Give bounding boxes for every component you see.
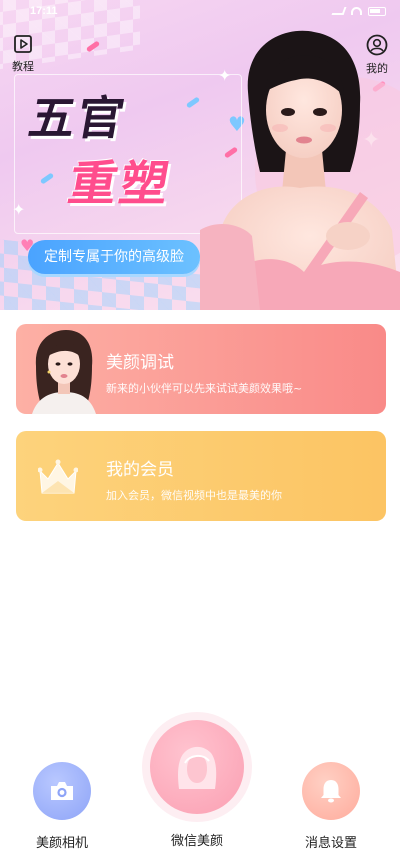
- mine-label: 我的: [366, 62, 388, 75]
- wifi-icon: [351, 7, 362, 15]
- status-icons: [331, 6, 386, 16]
- nav-message-settings[interactable]: 消息设置: [302, 762, 360, 851]
- bottom-nav: 美颜相机 微信美颜 消息设置: [0, 700, 400, 855]
- my-membership-description: 加入会员，微信视频中也是最美的你: [106, 489, 282, 502]
- nav-wechat-beauty[interactable]: 微信美颜: [142, 712, 252, 849]
- nav-beauty-camera[interactable]: 美颜相机: [33, 762, 91, 851]
- beauty-debug-title: 美颜调试: [106, 353, 174, 373]
- bell-icon: [321, 780, 341, 803]
- hero-subtitle: 定制专属于你的高级脸: [28, 240, 200, 274]
- status-bar: 17:11: [0, 0, 400, 22]
- my-membership-card[interactable]: 我的会员 加入会员，微信视频中也是最美的你: [16, 431, 386, 521]
- mine-button[interactable]: 我的: [366, 34, 388, 76]
- message-settings-label: 消息设置: [304, 836, 357, 851]
- face-silhouette-icon: [178, 746, 217, 789]
- wechat-beauty-button[interactable]: [142, 712, 252, 822]
- beauty-camera-button[interactable]: [33, 762, 91, 820]
- hero-title-line2: 重塑: [64, 156, 177, 212]
- beauty-debug-card[interactable]: 美颜调试 新来的小伙伴可以先来试试美颜效果哦~: [16, 324, 386, 414]
- crown-icon: [38, 459, 78, 494]
- hero-title: 五官 重塑: [25, 82, 176, 214]
- signal-icon: [331, 7, 347, 15]
- battery-icon: [368, 6, 386, 16]
- card-girl-avatar: [32, 330, 96, 414]
- hero-banner[interactable]: 17:11 ✦ ✦ ✦ ♥ ♥: [0, 0, 400, 310]
- wechat-beauty-label: 微信美颜: [170, 834, 223, 849]
- tutorial-label: 教程: [12, 60, 34, 73]
- message-settings-button[interactable]: [302, 762, 360, 820]
- user-avatar-icon: [366, 34, 388, 56]
- my-membership-title: 我的会员: [106, 460, 174, 480]
- beauty-debug-description: 新来的小伙伴可以先来试试美颜效果哦~: [106, 382, 303, 395]
- beauty-camera-label: 美颜相机: [35, 836, 88, 851]
- camera-icon: [51, 782, 73, 800]
- tutorial-button[interactable]: 教程: [12, 34, 34, 74]
- play-square-icon: [14, 35, 32, 53]
- wechat-beauty-inner: [150, 720, 244, 814]
- status-time: 17:11: [30, 5, 58, 17]
- hero-title-line1: 五官: [24, 91, 131, 145]
